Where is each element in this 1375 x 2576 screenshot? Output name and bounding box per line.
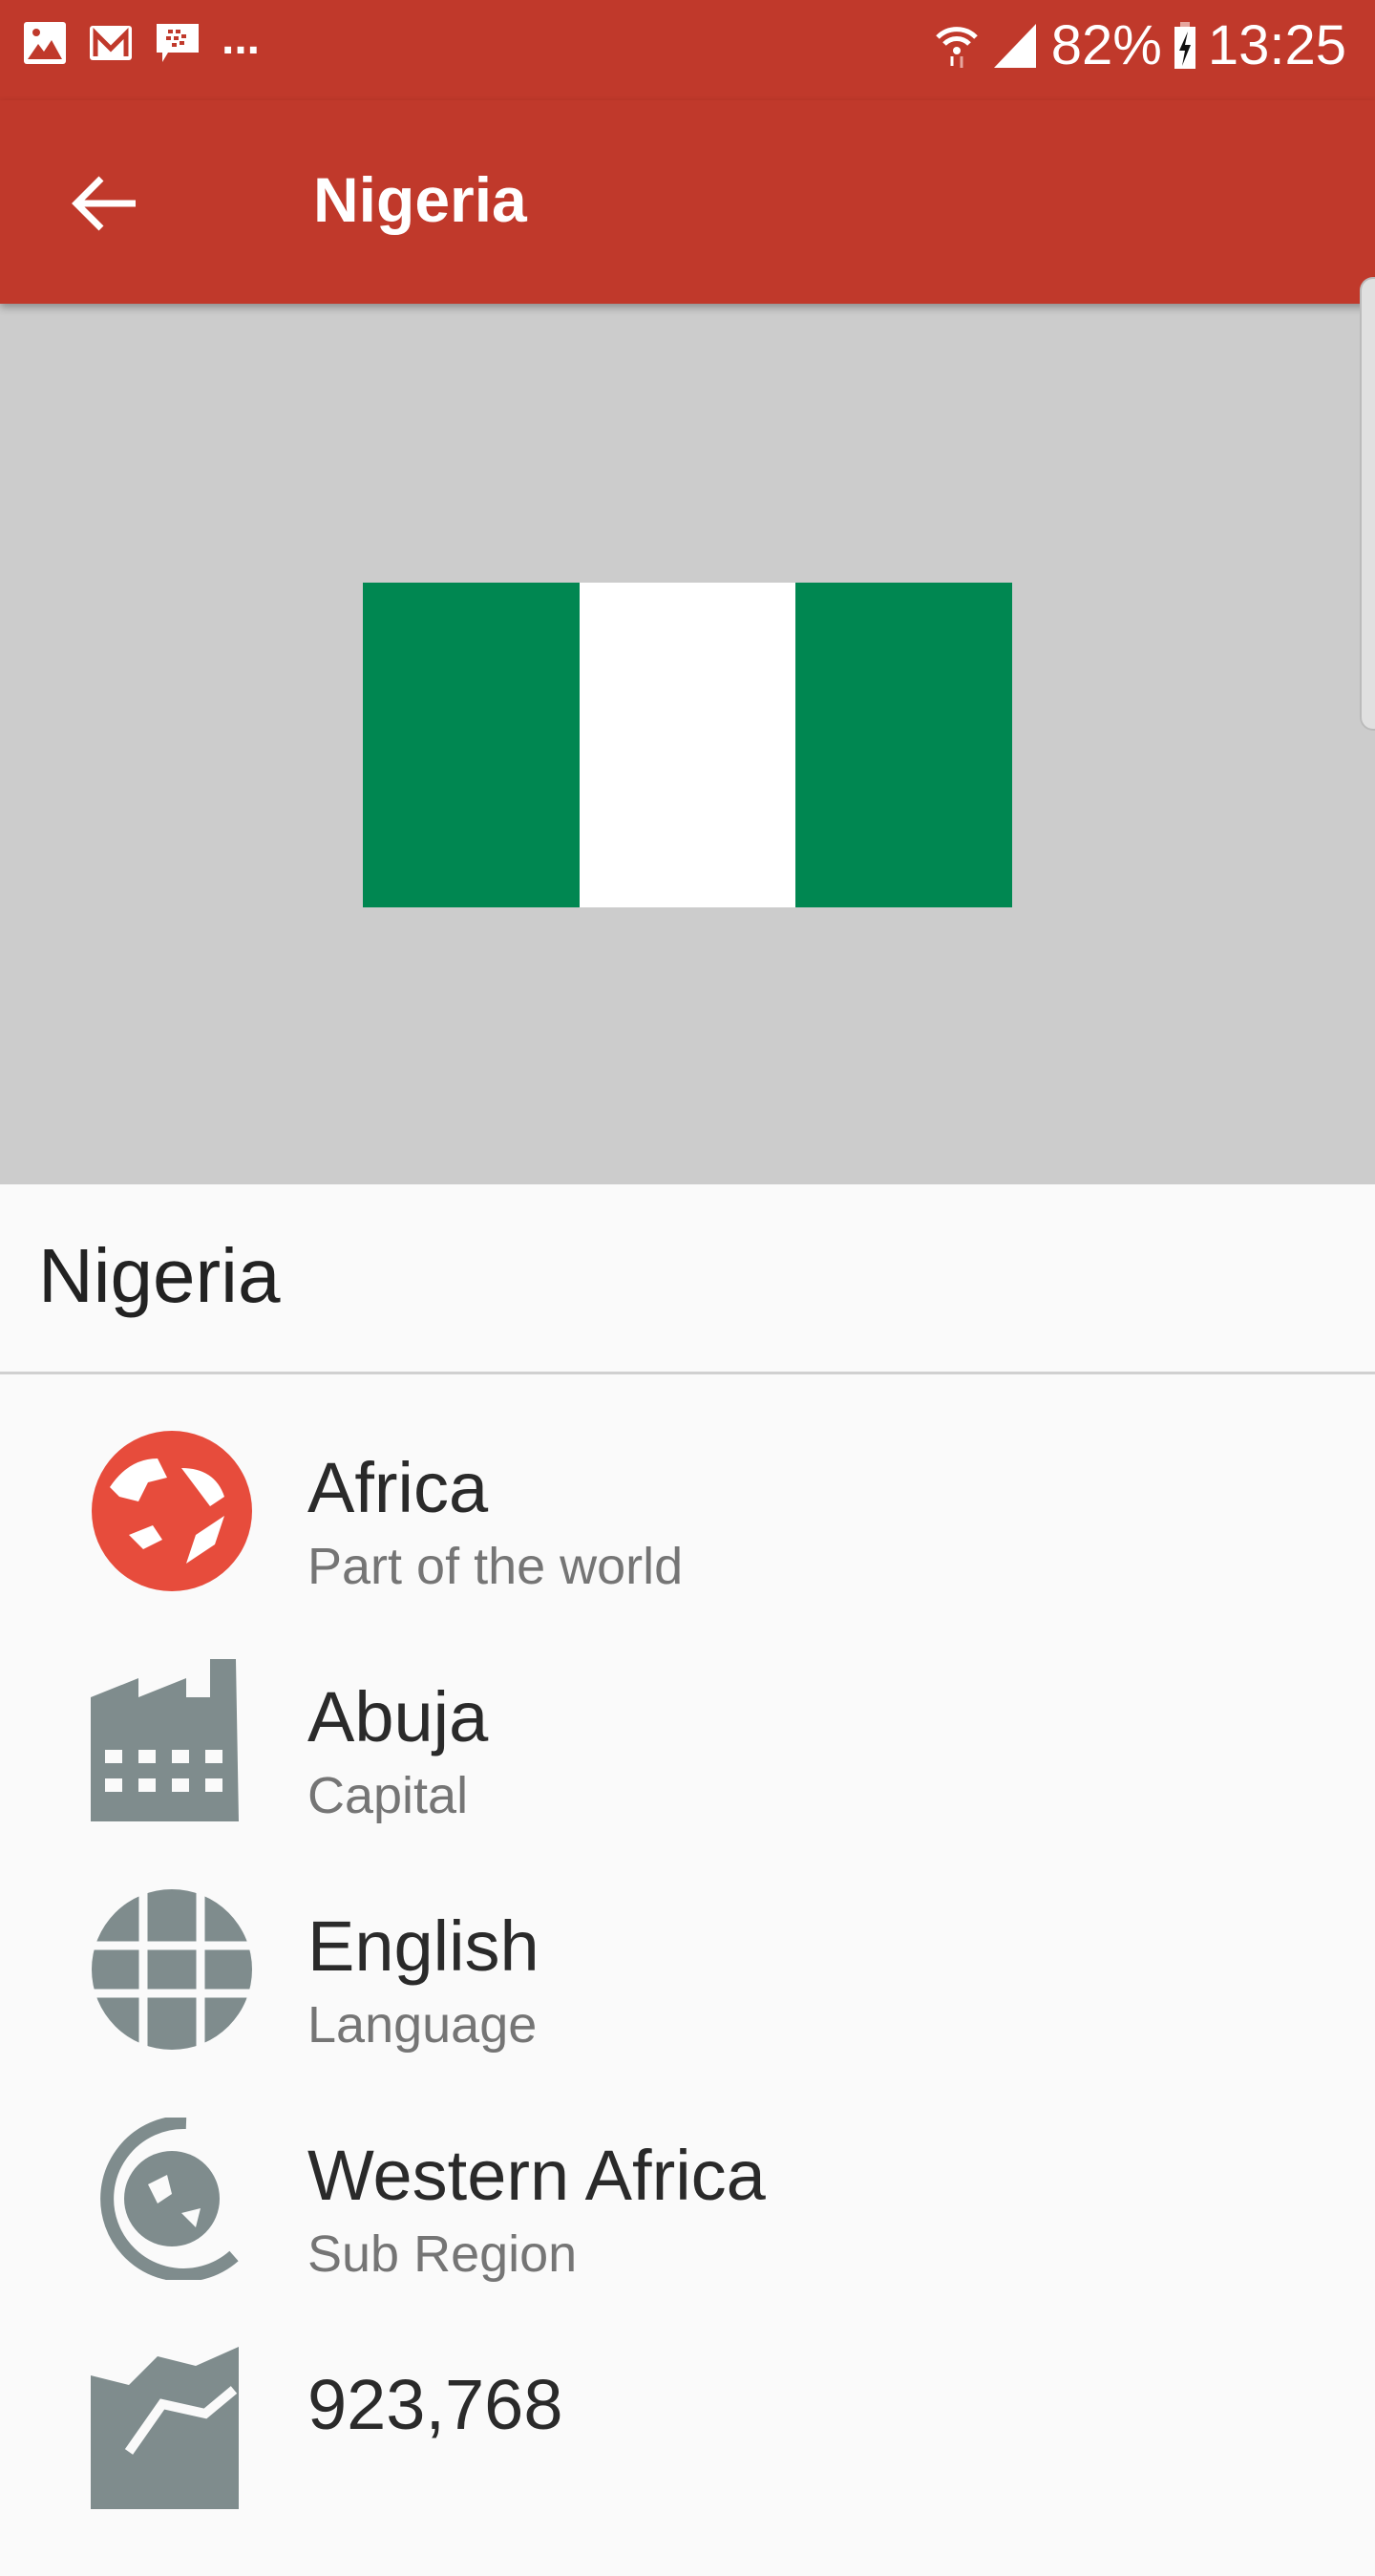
flag-stripe-left (363, 583, 580, 907)
signal-icon (993, 23, 1036, 68)
detail-title: English (307, 1906, 539, 1986)
detail-subtitle: Part of the world (307, 1538, 684, 1595)
scrollbar[interactable] (1360, 277, 1375, 731)
detail-title: Western Africa (307, 2136, 766, 2215)
status-bar: ... 82% 13:25 (0, 0, 1375, 100)
detail-title: Abuja (307, 1677, 489, 1756)
globe-icon (92, 1431, 252, 1591)
gmail-icon (90, 26, 132, 60)
clock: 13:25 (1207, 14, 1346, 76)
divider (0, 1372, 1375, 1374)
detail-title: Africa (307, 1448, 489, 1527)
flag-image (363, 583, 1013, 907)
app-bar: Nigeria (0, 100, 1375, 304)
detail-row-subregion: Western Africa Sub Region (0, 2118, 1375, 2347)
detail-row-region: Africa Part of the world (0, 1430, 1375, 1659)
region-icon (100, 2118, 239, 2280)
battery-percent: 82% (1050, 14, 1162, 76)
wifi-icon (935, 26, 978, 68)
flag-banner (0, 304, 1375, 1184)
detail-title: 923,768 (307, 2365, 563, 2444)
language-globe-icon (91, 1889, 253, 2050)
detail-row-capital: Abuja Capital (0, 1659, 1375, 1888)
flag-stripe-right (795, 583, 1013, 907)
flag-stripe-center (579, 583, 796, 907)
battery-charging-icon (1174, 21, 1195, 69)
page-title: Nigeria (313, 164, 527, 235)
detail-subtitle: Capital (307, 1767, 469, 1824)
bbm-icon (157, 24, 199, 62)
country-name: Nigeria (38, 1233, 281, 1318)
back-arrow-icon[interactable] (67, 165, 143, 242)
factory-icon (91, 1659, 239, 1821)
detail-row-area: 923,768 (0, 2347, 1375, 2576)
gallery-icon (24, 22, 66, 64)
more-notifications: ... (222, 12, 261, 64)
detail-row-language: English Language (0, 1888, 1375, 2118)
detail-subtitle: Language (307, 1996, 538, 2054)
area-chart-icon (91, 2347, 239, 2509)
detail-subtitle: Sub Region (307, 2225, 578, 2283)
